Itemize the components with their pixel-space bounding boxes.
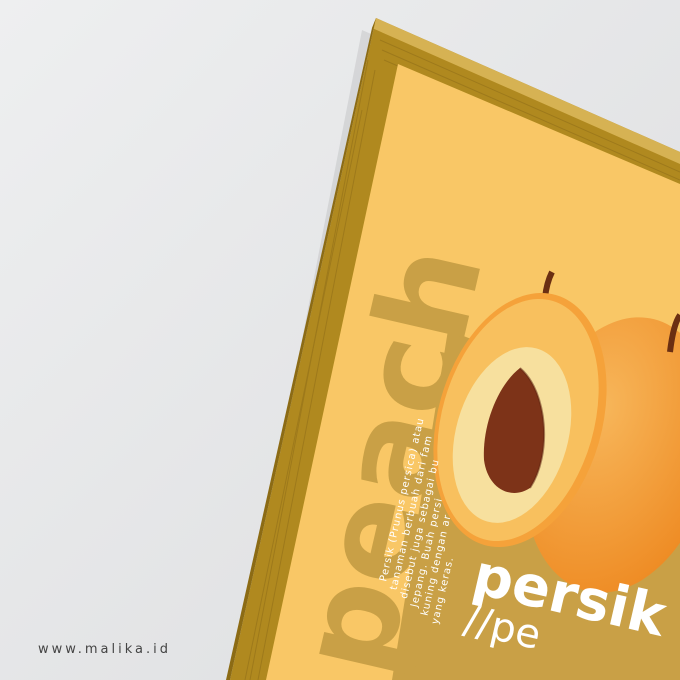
scene: peach persik //pe Persik (Prunus persica… (0, 0, 680, 680)
watermark: www.malika.id (38, 642, 171, 657)
